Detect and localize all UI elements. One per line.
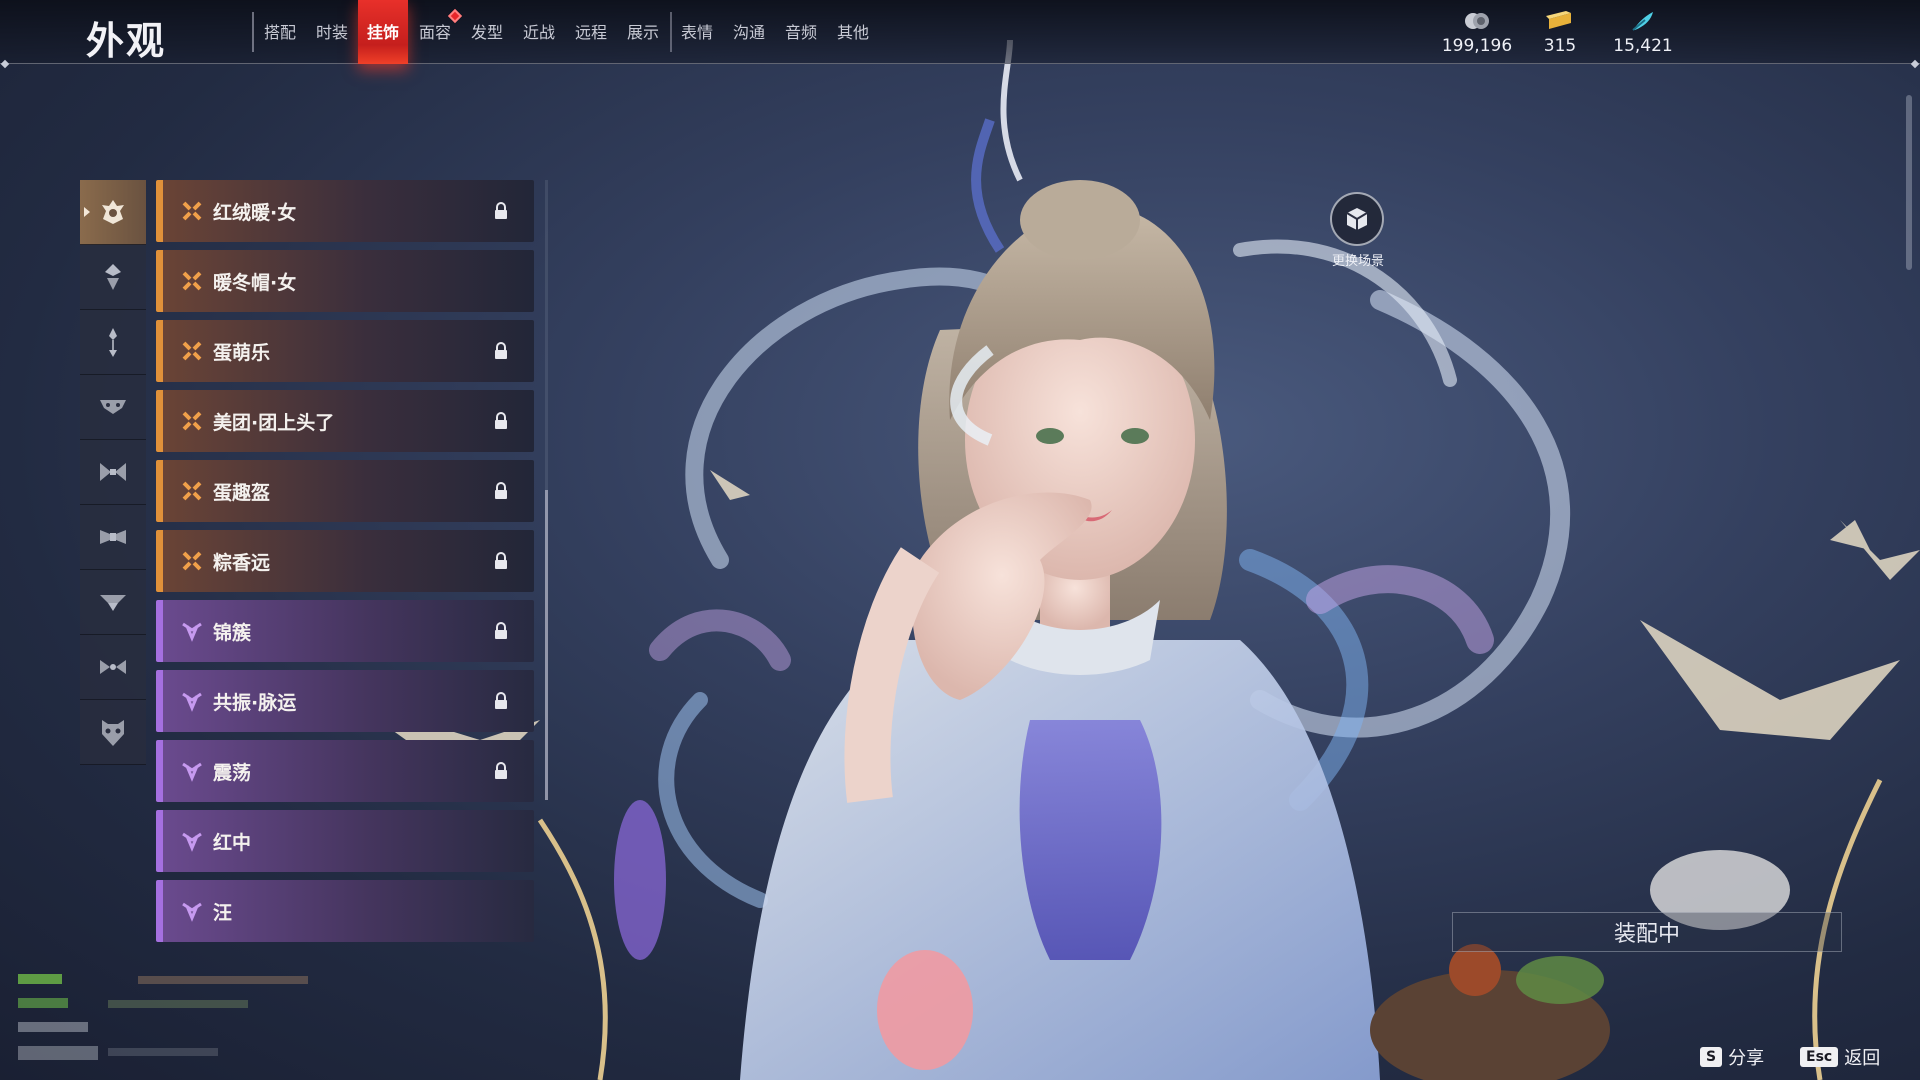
earring-icon xyxy=(109,328,117,357)
category-earring[interactable] xyxy=(80,310,146,375)
currency-feather[interactable]: 15,421 xyxy=(1593,8,1693,56)
list-item[interactable]: 暖冬帽·女 xyxy=(156,250,534,312)
tab-accessories[interactable]: 挂饰 xyxy=(358,0,408,64)
list-item[interactable]: 锦簇 xyxy=(156,600,534,662)
feather-amount: 15,421 xyxy=(1613,36,1673,56)
arm-ornament-icon xyxy=(100,595,126,611)
share-hint[interactable]: S 分享 xyxy=(1700,1044,1764,1070)
hairpin-icon xyxy=(105,264,121,290)
rarity-purple-icon xyxy=(182,692,202,712)
item-name: 红绒暖·女 xyxy=(213,201,297,224)
category-arm-ornament[interactable] xyxy=(80,570,146,635)
rarity-purple-icon xyxy=(182,622,202,642)
tab-fashion[interactable]: 时装 xyxy=(307,0,357,64)
back-hint[interactable]: Esc 返回 xyxy=(1800,1044,1880,1070)
tab-hairstyle[interactable]: 发型 xyxy=(462,0,512,64)
lock-icon xyxy=(495,552,507,569)
category-back-ornament[interactable] xyxy=(80,440,146,505)
tab-outfit-set[interactable]: 搭配 xyxy=(255,0,305,64)
back-ornament-icon xyxy=(100,463,126,481)
face-ornament-icon xyxy=(100,400,126,414)
category-hairpin[interactable] xyxy=(80,245,146,310)
category-tail-ornament[interactable] xyxy=(80,635,146,700)
title-divider xyxy=(252,12,254,52)
change-scene-button[interactable] xyxy=(1330,192,1384,246)
list-item[interactable]: 美团·团上头了 xyxy=(156,390,534,452)
back-label: 返回 xyxy=(1844,1048,1881,1069)
item-name: 红中 xyxy=(213,831,252,854)
rarity-purple-icon xyxy=(182,902,202,922)
item-name: 粽香远 xyxy=(213,551,271,574)
tab-emotes[interactable]: 表情 xyxy=(672,0,722,64)
page-title: 外观 xyxy=(86,19,167,63)
tail-ornament-icon xyxy=(100,660,126,674)
key-s: S xyxy=(1700,1047,1723,1067)
tab-audio[interactable]: 音频 xyxy=(776,0,826,64)
item-name: 汪 xyxy=(213,901,233,924)
item-name: 锦簇 xyxy=(213,621,252,644)
rarity-orange-icon xyxy=(182,341,202,361)
item-name: 蛋趣盔 xyxy=(213,481,271,504)
equip-status: 装配中 xyxy=(1452,912,1842,952)
list-item[interactable]: 共振·脉运 xyxy=(156,670,534,732)
rarity-purple-icon xyxy=(182,832,202,852)
tab-melee[interactable]: 近战 xyxy=(514,0,564,64)
item-name: 暖冬帽·女 xyxy=(213,271,297,294)
top-bar: 外观 搭配 时装 挂饰 面容 发型 近战 远程 展示 表情 沟通 音频 其他 1… xyxy=(0,0,1920,64)
change-scene-label: 更换场景 xyxy=(1331,254,1384,269)
lock-icon xyxy=(495,622,507,639)
lock-icon xyxy=(495,692,507,709)
list-item[interactable]: 蛋萌乐 xyxy=(156,320,534,382)
category-face-ornament[interactable] xyxy=(80,375,146,440)
list-item[interactable]: 红中 xyxy=(156,810,534,872)
feather-icon xyxy=(1593,8,1693,34)
rarity-purple-icon xyxy=(182,762,202,782)
rarity-orange-icon xyxy=(182,201,202,221)
list-item[interactable]: 粽香远 xyxy=(156,530,534,592)
item-name: 蛋萌乐 xyxy=(213,341,271,364)
right-scroll-indicator xyxy=(1906,95,1912,270)
category-sidebar xyxy=(80,180,146,765)
item-name: 震荡 xyxy=(213,761,252,784)
lock-icon xyxy=(495,412,507,429)
rarity-orange-icon xyxy=(182,411,202,431)
category-head-ornament[interactable] xyxy=(80,180,146,245)
list-item[interactable]: 汪 xyxy=(156,880,534,942)
tab-communication[interactable]: 沟通 xyxy=(724,0,774,64)
lock-icon xyxy=(495,482,507,499)
list-item[interactable]: 红绒暖·女 xyxy=(156,180,534,242)
list-scrollbar-thumb[interactable] xyxy=(545,490,548,800)
item-name: 共振·脉运 xyxy=(213,691,297,714)
accessory-list: 红绒暖·女 暖冬帽·女 蛋萌乐 美团·团上头了 蛋趣盔 粽香远 锦簇 共振·脉运… xyxy=(156,180,536,950)
cube-icon xyxy=(1346,208,1368,230)
list-item[interactable]: 震荡 xyxy=(156,740,534,802)
blurred-hud xyxy=(18,974,308,1060)
tab-ranged[interactable]: 远程 xyxy=(566,0,616,64)
share-label: 分享 xyxy=(1728,1048,1765,1069)
mask-icon xyxy=(102,720,124,746)
list-item[interactable]: 蛋趣盔 xyxy=(156,460,534,522)
lock-icon xyxy=(495,762,507,779)
head-ornament-icon xyxy=(102,200,124,224)
lock-icon xyxy=(495,202,507,219)
tab-showcase[interactable]: 展示 xyxy=(618,0,668,64)
waist-ornament-icon xyxy=(100,530,126,544)
rarity-orange-icon xyxy=(182,271,202,291)
rarity-orange-icon xyxy=(182,551,202,571)
key-esc: Esc xyxy=(1800,1047,1839,1067)
rarity-orange-icon xyxy=(182,481,202,501)
lock-icon xyxy=(495,342,507,359)
tab-other[interactable]: 其他 xyxy=(828,0,878,64)
category-mask[interactable] xyxy=(80,700,146,765)
category-waist-ornament[interactable] xyxy=(80,505,146,570)
item-name: 美团·团上头了 xyxy=(213,411,335,434)
